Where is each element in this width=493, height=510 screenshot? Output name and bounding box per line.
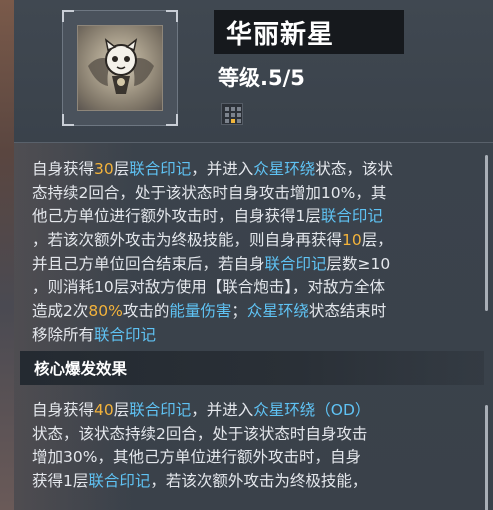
skill-description-panel[interactable]: 自身获得30层联合印记，并进入众星环绕状态，该状 态持续2回合，处于该状态时自身攻… [14,142,493,510]
body-text: 层， [361,231,393,250]
body-text: 获得1层 [32,472,89,491]
body-text: 层 [113,160,130,178]
keyword-text: 联合印记 [129,401,192,419]
number-text: 80% [88,302,123,321]
skill-icon-frame [62,10,178,126]
frame-corner [62,114,74,126]
mascot-emblem-icon [77,25,163,111]
number-text: 30 [94,160,114,178]
keyword-text: 联合印记 [88,472,151,491]
body-text: ，并进入 [191,160,254,178]
grid-dots-icon [221,103,243,125]
scrollbar[interactable] [485,155,488,311]
body-text: 攻击的 [122,302,170,321]
body-text: 层数≥10 [326,254,391,273]
body-text: 状态结束时 [308,302,387,321]
skill-description: 自身获得30层联合印记，并进入众星环绕状态，该状 态持续2回合，处于该状态时自身攻… [32,158,482,348]
text-line: 他己方单位进行额外攻击时，自身获得1层联合印记 [32,205,482,229]
text-line: 移除所有联合印记 [32,324,482,348]
keyword-text: 联合印记 [94,325,157,344]
body-text: 态持续2回合，处于该状态时自身攻击增加10%，其 [32,183,387,202]
skill-header: 华丽新星 等级.5/5 [14,0,493,142]
core-burst-title: 核心爆发效果 [34,360,128,378]
body-text: 状态，该状 [315,160,393,178]
frame-corner [166,10,178,22]
frame-corner [62,10,74,22]
body-text: ； [231,302,247,321]
body-text: 移除所有 [32,325,95,344]
keyword-text: 联合印记 [320,207,383,226]
number-text: 10 [342,231,362,250]
keyword-text: 众星环绕（OD） [253,401,371,419]
frame-corner [166,114,178,126]
body-text: 增加30%，其他己方单位进行额外攻击时，自身 [32,448,361,467]
keyword-text: 联合印记 [264,254,327,273]
keyword-text: 众星环绕 [246,302,309,321]
body-text: 自身获得 [32,160,95,178]
text-line: 态持续2回合，处于该状态时自身攻击增加10%，其 [32,182,482,206]
text-line: 获得1层联合印记，若该次额外攻击为终极技能， [32,470,482,494]
text-line: 增加30%，其他己方单位进行额外攻击时，自身 [32,446,482,470]
body-text: 并且己方单位回合结束后，若自身 [32,254,265,273]
body-text: ，并进入 [191,401,254,419]
keyword-text: 能量伤害 [169,302,232,321]
text-line: 自身获得40层联合印记，并进入众星环绕（OD） [32,399,482,423]
text-line: ，则消耗10层对敌方使用【联合炮击】，对敌方全体 [32,276,482,300]
body-text: 状态，该状态持续2回合，处于该状态时自身攻击 [32,424,368,443]
body-text: ，若该次额外攻击为终极技能， [150,472,368,491]
text-line: 状态，该状态持续2回合，处于该状态时自身攻击 [32,423,482,447]
scrollbar[interactable] [485,405,488,510]
number-text: 40 [94,401,114,419]
core-burst-description: 自身获得40层联合印记，并进入众星环绕（OD） 状态，该状态持续2回合，处于该状态… [32,399,482,494]
text-line: 自身获得30层联合印记，并进入众星环绕状态，该状 [32,158,482,182]
body-text: 造成2次 [32,302,89,321]
body-text: 层 [113,401,130,419]
text-line: 并且己方单位回合结束后，若自身联合印记层数≥10 [32,253,482,277]
skill-title-bar: 华丽新星 [214,10,404,54]
core-burst-section-header: 核心爆发效果 [20,351,484,385]
text-line: ，若该次额外攻击为终极技能，则自身再获得10层， [32,229,482,253]
body-text: 他己方单位进行额外攻击时，自身获得1层 [32,207,321,226]
skill-level: 等级.5/5 [218,66,305,90]
body-text: ，则消耗10层对敌方使用【联合炮击】，对敌方全体 [32,278,385,297]
keyword-text: 众星环绕 [253,160,316,178]
body-text: 自身获得 [32,401,95,419]
text-line: 造成2次80%攻击的能量伤害；众星环绕状态结束时 [32,300,482,324]
body-text: ，若该次额外攻击为终极技能，则自身再获得 [32,231,343,250]
skill-name: 华丽新星 [226,20,335,50]
keyword-text: 联合印记 [129,160,192,178]
